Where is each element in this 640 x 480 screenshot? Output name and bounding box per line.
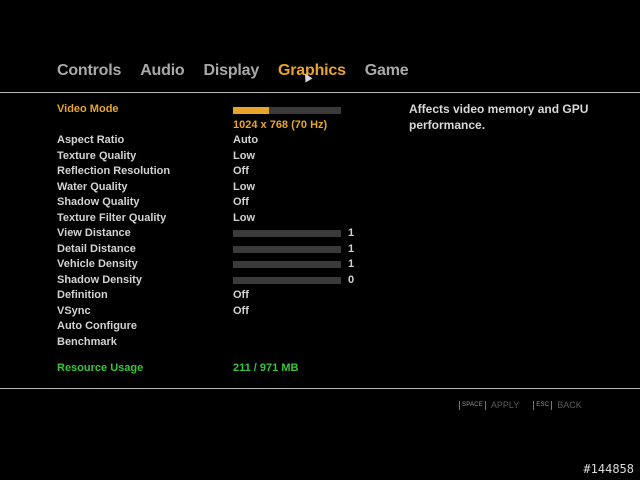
shadow-density-slider[interactable]: [233, 276, 341, 284]
vehicle-density-label: Vehicle Density: [57, 258, 138, 270]
video-mode-slider[interactable]: [233, 107, 341, 114]
setting-shadow-quality[interactable]: Shadow Quality Off: [57, 195, 367, 211]
tab-audio[interactable]: Audio: [140, 62, 185, 80]
setting-vehicle-density[interactable]: Vehicle Density 1: [57, 257, 367, 273]
tab-controls[interactable]: Controls: [57, 62, 121, 80]
esc-key-icon: ESC: [533, 400, 553, 410]
view-distance-value: 1: [348, 227, 355, 239]
resource-usage-value: 211 / 971 MB: [233, 362, 299, 374]
benchmark-label: Benchmark: [57, 335, 117, 348]
vehicle-density-slider[interactable]: [233, 261, 341, 268]
shadow-quality-value: Off: [233, 196, 249, 208]
resource-usage: Resource Usage 211 / 971 MB: [57, 361, 367, 377]
view-distance-slider[interactable]: [233, 230, 341, 237]
tab-display[interactable]: Display: [204, 62, 260, 80]
definition-label: Definition: [57, 289, 108, 301]
setting-video-mode[interactable]: Video Mode 1024 x 768 (70 Hz): [57, 102, 367, 133]
setting-detail-distance[interactable]: Detail Distance 1: [57, 242, 367, 258]
top-divider: [0, 92, 640, 93]
graphics-settings-list: Video Mode 1024 x 768 (70 Hz) Aspect Rat…: [57, 102, 367, 377]
setting-view-distance[interactable]: View Distance 1: [57, 226, 367, 242]
setting-texture-filter-quality[interactable]: Texture Filter Quality Low: [57, 211, 367, 227]
video-mode-label: Video Mode: [57, 103, 119, 115]
aspect-ratio-label: Aspect Ratio: [57, 134, 125, 146]
auto-configure-button[interactable]: Auto Configure: [57, 319, 367, 335]
bottom-divider: [0, 388, 640, 389]
shadow-density-value: 0: [348, 273, 355, 286]
back-button[interactable]: BACK: [557, 400, 582, 410]
shadow-quality-label: Shadow Quality: [57, 196, 140, 208]
setting-texture-quality[interactable]: Texture Quality Low: [57, 149, 367, 165]
view-distance-label: View Distance: [57, 227, 131, 239]
setting-definition[interactable]: Definition Off: [57, 288, 367, 304]
resource-usage-label: Resource Usage: [57, 362, 144, 374]
reflection-resolution-label: Reflection Resolution: [57, 165, 171, 177]
detail-distance-slider[interactable]: [233, 245, 341, 253]
menu-tabs: Controls Audio Display Graphics Game: [57, 62, 427, 80]
auto-configure-label: Auto Configure: [57, 320, 138, 332]
detail-distance-label: Detail Distance: [57, 242, 136, 255]
setting-water-quality[interactable]: Water Quality Low: [57, 180, 367, 196]
button-hints: SPACE APPLY ESC BACK: [459, 400, 596, 410]
water-quality-label: Water Quality: [57, 180, 128, 193]
tab-game[interactable]: Game: [365, 62, 409, 80]
vsync-label: VSync: [57, 304, 91, 317]
space-key-icon: SPACE: [459, 400, 486, 410]
water-quality-value: Low: [233, 180, 255, 193]
setting-vsync[interactable]: VSync Off: [57, 304, 367, 320]
texture-filter-quality-label: Texture Filter Quality: [57, 211, 167, 224]
vsync-value: Off: [233, 304, 249, 317]
setting-reflection-resolution[interactable]: Reflection Resolution Off: [57, 164, 367, 180]
texture-quality-label: Texture Quality: [57, 149, 137, 162]
video-mode-value: 1024 x 768 (70 Hz): [233, 119, 328, 131]
aspect-ratio-value: Auto: [233, 134, 259, 146]
setting-description: Affects video memory and GPU performance…: [409, 102, 589, 132]
video-mode-slider-fill: [233, 107, 269, 114]
definition-value: Off: [233, 289, 249, 301]
benchmark-button[interactable]: Benchmark: [57, 335, 367, 351]
texture-filter-quality-value: Low: [233, 211, 255, 224]
detail-distance-value: 1: [348, 242, 355, 255]
texture-quality-value: Low: [233, 149, 255, 162]
setting-aspect-ratio[interactable]: Aspect Ratio Auto: [57, 133, 367, 149]
watermark-id: #144858: [583, 462, 634, 476]
shadow-density-label: Shadow Density: [57, 273, 142, 286]
reflection-resolution-value: Off: [233, 165, 249, 177]
apply-button[interactable]: APPLY: [491, 400, 519, 410]
setting-shadow-density[interactable]: Shadow Density 0: [57, 273, 367, 289]
vehicle-density-value: 1: [348, 258, 355, 270]
